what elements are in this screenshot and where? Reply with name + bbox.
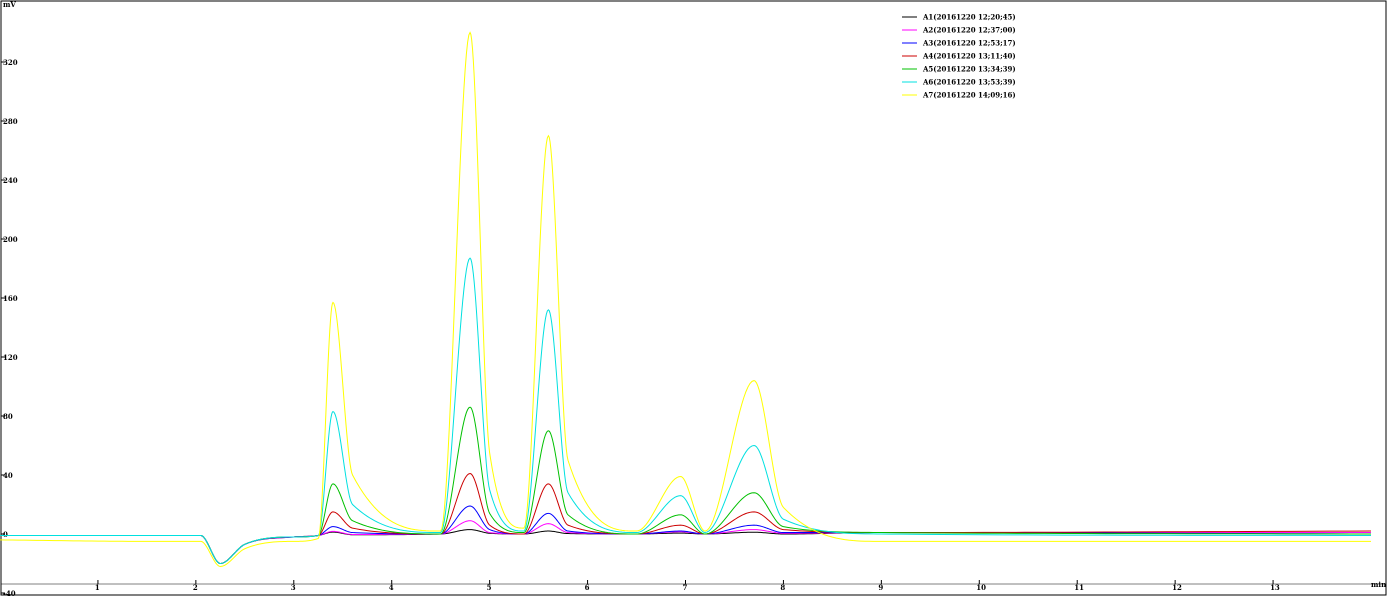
- x-tick-label: 2: [193, 583, 198, 592]
- x-tick-label: 10: [976, 583, 986, 592]
- x-tick-label: 3: [291, 583, 296, 592]
- x-axis-unit-label: min: [1371, 580, 1386, 589]
- chromatogram-chart: -40 0 40 80 120 160 200 240 280 320 1 2 3 4 5 6 7 8 9 10 11…: [0, 0, 1387, 596]
- y-axis-unit-label: mV: [3, 0, 16, 9]
- y-tick-label: 160: [3, 294, 18, 303]
- x-tick-label: 9: [878, 583, 883, 592]
- x-tick-label: 12: [1172, 583, 1182, 592]
- x-tick-label: 8: [780, 583, 785, 592]
- y-tick-label: 200: [3, 235, 18, 244]
- y-tick-label: 280: [3, 117, 18, 126]
- x-tick-label: 13: [1270, 583, 1280, 592]
- legend-label: A5(20161220 13;34;39): [922, 65, 1016, 74]
- legend-label: A1(20161220 12;20;45): [922, 13, 1016, 22]
- y-tick-label: 120: [3, 353, 18, 362]
- x-tick-label: 7: [683, 583, 688, 592]
- y-tick-label: -40: [3, 589, 16, 596]
- y-tick-label: 320: [3, 58, 18, 67]
- x-tick-label: 6: [585, 583, 590, 592]
- x-tick-label: 4: [389, 583, 394, 592]
- legend-label: A2(20161220 12;37;00): [922, 26, 1016, 35]
- x-tick-label: 11: [1074, 583, 1084, 592]
- legend-label: A4(20161220 13;11;40): [922, 52, 1016, 61]
- chart-canvas: -4004080120160200240280320 1 2 3 4 5 6 7 8 9 10 11…: [0, 0, 1387, 596]
- legend-label: A7(20161220 14;09;16): [922, 91, 1016, 100]
- legend-label: A3(20161220 12;53;17): [922, 39, 1016, 48]
- y-tick-label: 80: [3, 412, 13, 421]
- y-tick-label: 240: [3, 176, 18, 185]
- x-tick-label: 1: [95, 583, 100, 592]
- legend-label: A6(20161220 13;53;39): [922, 78, 1016, 87]
- y-tick-label: 0: [3, 530, 8, 539]
- x-tick-label: 5: [487, 583, 492, 592]
- y-tick-label: 40: [3, 471, 13, 480]
